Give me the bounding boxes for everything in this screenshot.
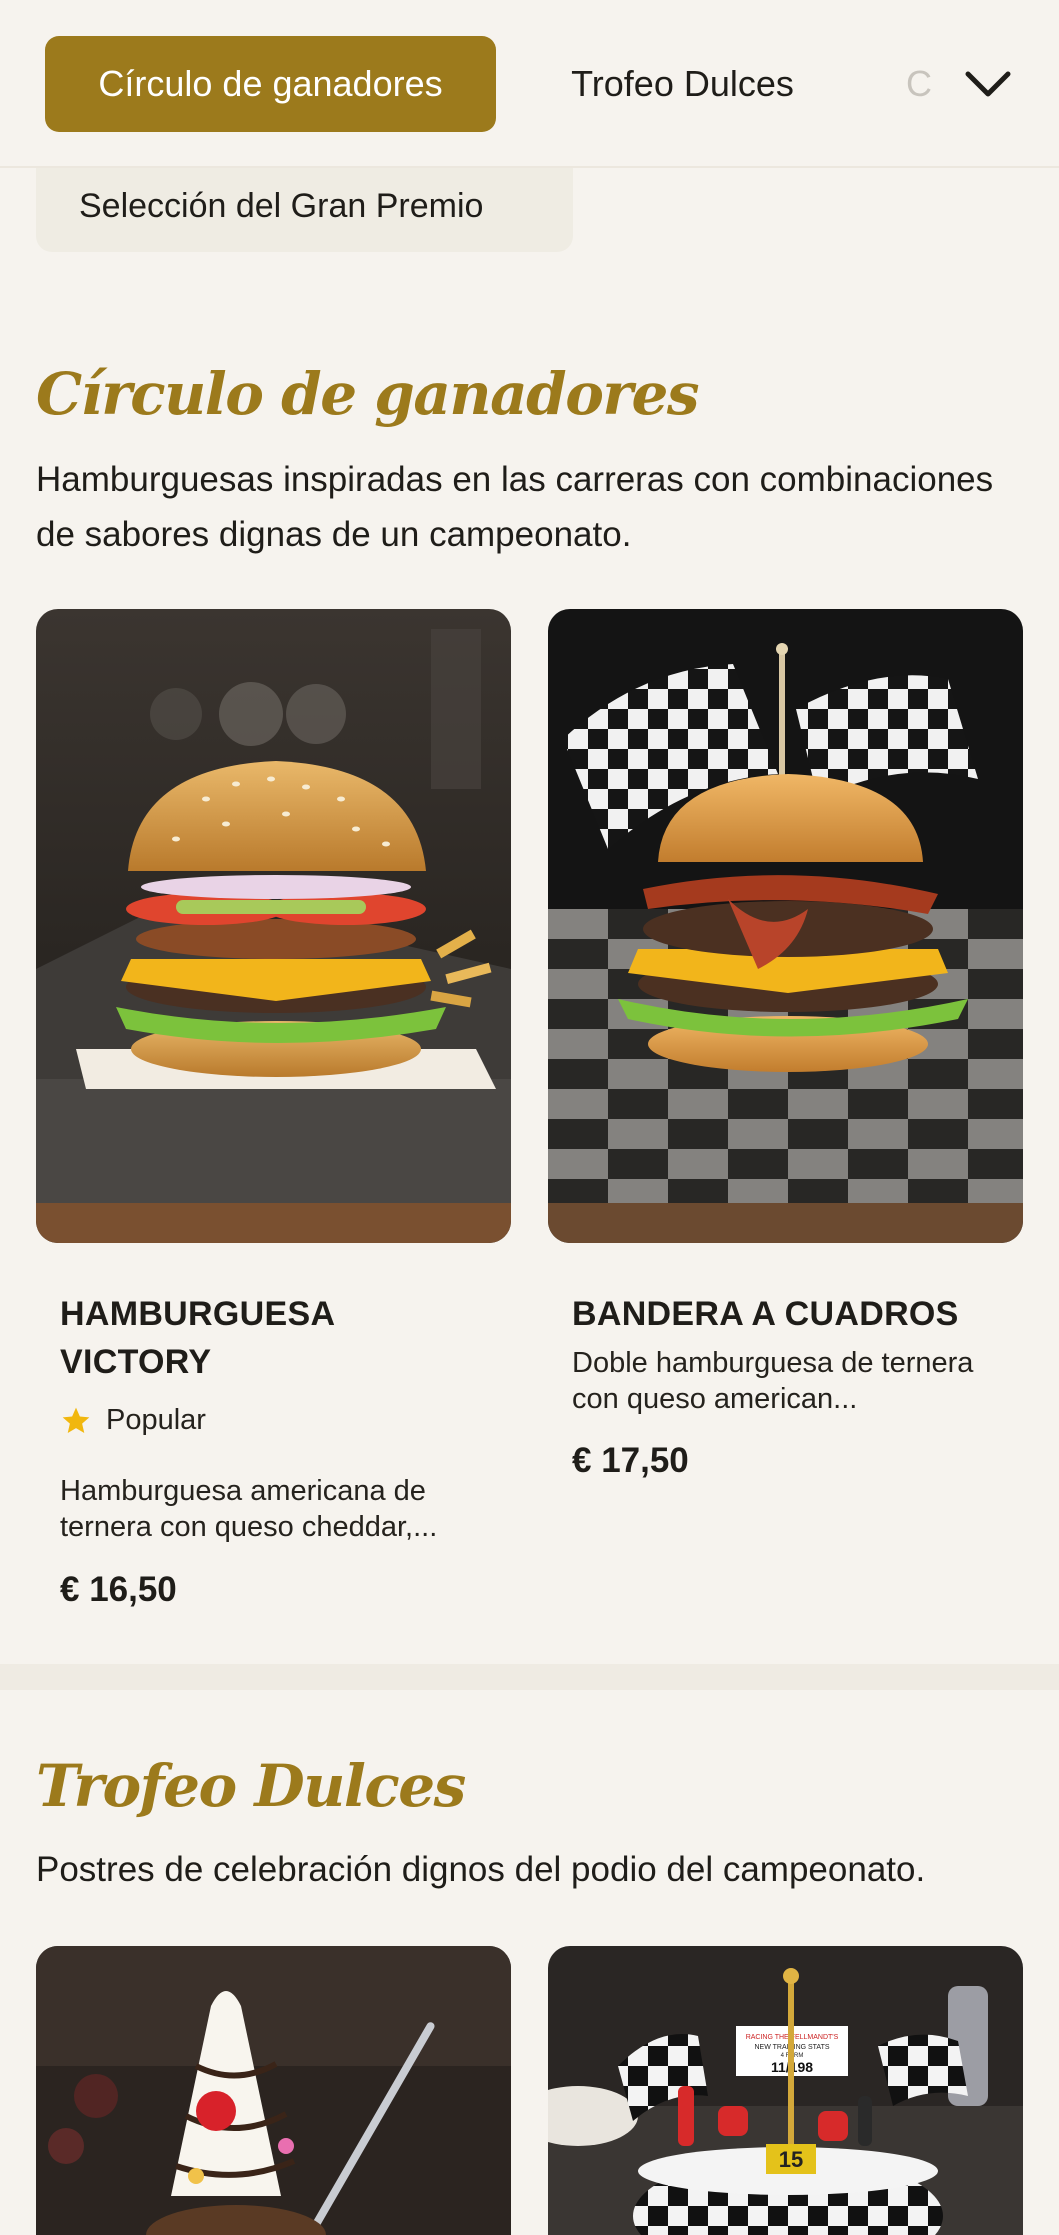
cake-number: 15: [779, 2147, 803, 2172]
tab-seleccion-del-gran-premio[interactable]: Selección del Gran Premio: [36, 160, 573, 252]
burger-bandera-a-cuadros-image[interactable]: [548, 609, 1023, 1243]
star-icon: [62, 1407, 90, 1433]
tab-label: C: [906, 63, 932, 104]
tab-label: Círculo de ganadores: [98, 63, 443, 104]
sundae-image[interactable]: [36, 1946, 511, 2235]
section-description: Postres de celebración dignos del podio …: [36, 1850, 926, 1889]
popular-badge: Popular: [60, 1404, 206, 1437]
item-price: € 16,50: [60, 1570, 177, 1609]
category-nav: Círculo de ganadores Trofeo Dulces C: [0, 0, 1059, 168]
tab-circulo-de-ganadores[interactable]: Círculo de ganadores: [45, 36, 496, 132]
item-price: € 17,50: [572, 1441, 689, 1480]
section-title: Trofeo Dulces: [36, 1752, 466, 1820]
item-description: Hamburguesa americana de ternera con que…: [60, 1475, 438, 1543]
item-description: Doble hamburguesa de ternera con queso a…: [572, 1347, 974, 1415]
chevron-down-icon[interactable]: [960, 56, 1016, 112]
section-divider: [0, 1664, 1059, 1690]
item-name[interactable]: BANDERA A CUADROS: [572, 1290, 1012, 1338]
item-name[interactable]: HAMBURGUESA VICTORY: [60, 1290, 460, 1386]
section-title: Círculo de ganadores: [36, 360, 700, 428]
tab-label: Trofeo Dulces: [571, 63, 794, 104]
tab-label: Selección del Gran Premio: [79, 186, 484, 225]
tab-trofeo-dulces[interactable]: Trofeo Dulces: [540, 36, 825, 132]
badge-label: Popular: [106, 1404, 206, 1436]
burger-victory-image[interactable]: [36, 609, 511, 1243]
section-description: Hamburguesas inspiradas en las carreras …: [36, 460, 994, 554]
tab-overflow-partial[interactable]: C: [906, 36, 936, 132]
checkered-cake-image[interactable]: RACING THE FELLMANDT'S NEW TRAINING STAT…: [548, 1946, 1023, 2235]
